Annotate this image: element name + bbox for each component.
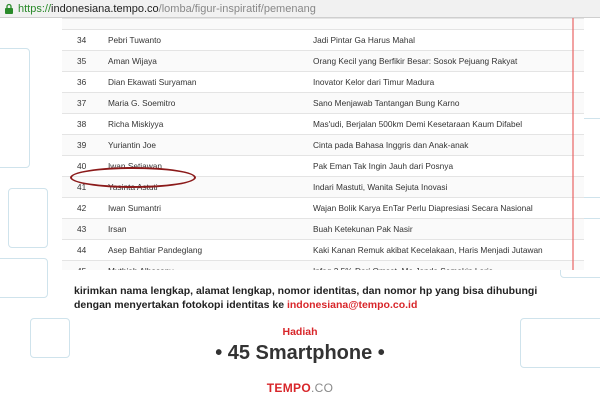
cell-no: 44 <box>77 245 87 255</box>
instruction-text: kirimkan nama lengkap, alamat lengkap, n… <box>74 284 574 312</box>
cell-title: Buah Ketekunan Pak Nasir <box>309 218 584 240</box>
table-row: 38 Richa Miskiyya Mas'udi, Berjalan 500km … <box>62 113 584 135</box>
url-host: indonesiana.tempo.co <box>51 2 159 15</box>
cell-name: Aman Wijaya <box>104 50 309 72</box>
email-link[interactable]: indonesiana@tempo.co.id <box>287 299 417 311</box>
cell-name: Maria G. Soemitro <box>104 92 309 114</box>
cell-name: Irsan <box>104 218 309 240</box>
cell-name: Dian Ekawati Suryaman <box>108 77 197 87</box>
cell-title: Infaq 2,5% Dari Omset, Me Janda Semakin … <box>309 260 584 270</box>
table-row: 44 Asep Bahtiar Pandeglang Kaki Kanan Remu… <box>62 239 584 261</box>
cell-no <box>62 18 104 30</box>
prize-label: Hadiah <box>282 326 318 338</box>
cell-name: Muthiah Alhasany <box>104 260 309 270</box>
decorative-frame <box>0 48 30 168</box>
cell-no: 39 <box>62 134 104 156</box>
table-row: 39 Yuriantin Joe Cinta pada Bahasa Inggris… <box>62 134 584 156</box>
cell-name <box>104 18 309 30</box>
decorative-frame <box>8 188 48 248</box>
table-row: 42 Iwan Sumantri Wajan Bolik Karya EnTar P… <box>62 197 584 219</box>
table-row <box>62 18 584 30</box>
cell-no: 37 <box>62 92 104 114</box>
cell-title: Kaki Kanan Remuk akibat Kecelakaan, Hari… <box>313 245 543 255</box>
cell-no: 38 <box>77 119 87 129</box>
cell-title: Sano Menjawab Tantangan Bung Karno <box>309 92 584 114</box>
cell-no: 42 <box>77 203 87 213</box>
cell-no: 35 <box>62 50 104 72</box>
cell-title: Inovator Kelor dari Timur Madura <box>313 77 435 87</box>
decorative-frame <box>0 258 48 298</box>
cell-title <box>309 18 584 30</box>
cell-title: Orang Kecil yang Berfikir Besar: Sosok P… <box>309 50 584 72</box>
logo-text-main: TEMPO <box>266 381 311 395</box>
table-row: 35 Aman Wijaya Orang Kecil yang Berfikir B… <box>62 50 584 72</box>
cell-title: Mas'udi, Berjalan 500km Demi Kesetaraan … <box>313 119 523 129</box>
cell-name: Richa Miskiyya <box>108 119 164 129</box>
prize-value: • 45 Smartphone • <box>215 342 385 364</box>
cell-name: Iwan Sumantri <box>108 203 162 213</box>
cell-no: 34 <box>77 35 87 45</box>
tempo-logo: TEMPO.CO <box>0 381 600 395</box>
cell-title: Pak Eman Tak Ingin Jauh dari Posnya <box>313 161 454 171</box>
table-row: 37 Maria G. Soemitro Sano Menjawab Tantang… <box>62 92 584 114</box>
winners-table: 34 Pebri Tuwanto Jadi Pintar Ga Harus Maha… <box>62 18 584 270</box>
cell-name: Asep Bahtiar Pandeglang <box>108 245 203 255</box>
highlight-circle <box>70 167 196 188</box>
table-row: 36 Dian Ekawati Suryaman Inovator Kelor da… <box>62 71 584 93</box>
address-bar[interactable]: https:// indonesiana.tempo.co /lomba/fig… <box>0 0 600 18</box>
table-row: 43 Irsan Buah Ketekunan Pak Nasir <box>62 218 584 240</box>
cell-name: Pebri Tuwanto <box>108 35 162 45</box>
cell-no: 43 <box>62 218 104 240</box>
url-path: /lomba/figur-inspiratif/pemenang <box>158 2 316 15</box>
table-row: 34 Pebri Tuwanto Jadi Pintar Ga Harus Maha… <box>62 29 584 51</box>
cell-no: 36 <box>77 77 87 87</box>
logo-text-suffix: .CO <box>310 381 334 395</box>
table-row: 45Muthiah AlhasanyInfaq 2,5% Dari Omset,… <box>62 260 584 270</box>
cell-title: Cinta pada Bahasa Inggris dan Anak-anak <box>309 134 584 156</box>
cell-title: Jadi Pintar Ga Harus Mahal <box>313 35 415 45</box>
cell-title: Wajan Bolik Karya EnTar Perlu Diapresias… <box>313 203 533 213</box>
url-scheme: https:// <box>18 2 52 15</box>
cell-title: Indari Mastuti, Wanita Sejuta Inovasi <box>309 176 584 198</box>
cell-no: 45 <box>62 260 104 270</box>
red-margin-line <box>572 18 574 270</box>
cell-name: Yuriantin Joe <box>104 134 309 156</box>
lock-icon <box>3 3 15 15</box>
